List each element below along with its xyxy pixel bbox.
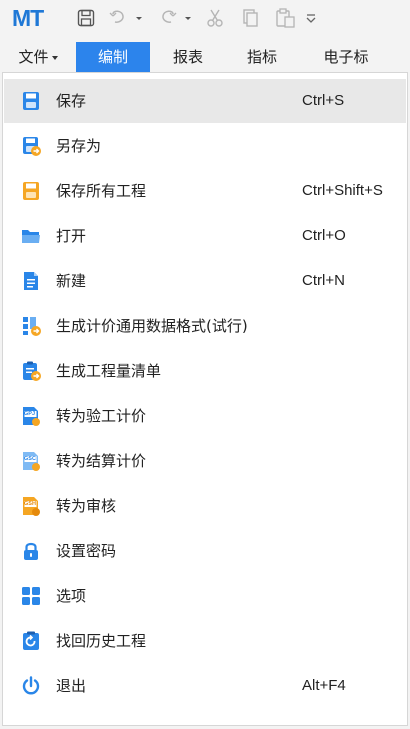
paste-icon bbox=[275, 8, 297, 28]
menu-item-label: 转为验工计价 bbox=[56, 407, 147, 425]
menu-item-label: 转为审核 bbox=[56, 497, 117, 515]
menu-item-shortcut: Ctrl+O bbox=[302, 227, 346, 244]
menu-item-label: 找回历史工程 bbox=[56, 632, 147, 650]
new-document-icon bbox=[20, 270, 42, 292]
save-all-icon bbox=[20, 180, 42, 202]
menu-item-shortcut: Ctrl+N bbox=[302, 272, 345, 289]
history-restore-icon bbox=[20, 630, 42, 652]
menu-item-label: 保存所有工程 bbox=[56, 182, 147, 200]
menu-item-label: 生成工程量清单 bbox=[56, 362, 162, 380]
export-data-format-icon bbox=[20, 315, 42, 337]
gsh-badge-text: GSH bbox=[24, 501, 36, 507]
options-grid-icon bbox=[20, 585, 42, 607]
menu-item-label: 另存为 bbox=[56, 137, 102, 155]
menu-edit[interactable]: 编制 bbox=[76, 42, 150, 72]
menu-item-quantity-list[interactable]: 生成工程量清单 bbox=[4, 349, 406, 393]
menu-item-label: 设置密码 bbox=[56, 542, 117, 560]
menu-e-bid[interactable]: 电子标 bbox=[306, 42, 386, 72]
app-logo: MT bbox=[12, 5, 44, 31]
menu-item-label: 新建 bbox=[56, 272, 87, 290]
copy-icon bbox=[240, 8, 260, 28]
menu-item-label: 转为结算计价 bbox=[56, 452, 147, 470]
menu-item-new[interactable]: 新建 Ctrl+N bbox=[4, 259, 406, 303]
menu-item-label: 选项 bbox=[56, 587, 87, 605]
chevron-down-icon bbox=[51, 55, 58, 60]
save-as-icon bbox=[20, 135, 42, 157]
save-icon[interactable] bbox=[76, 8, 96, 28]
menu-item-label: 保存 bbox=[56, 92, 87, 110]
menu-item-open[interactable]: 打开 Ctrl+O bbox=[4, 214, 406, 258]
menu-item-shortcut: Alt+F4 bbox=[302, 677, 346, 694]
menu-item-label: 打开 bbox=[56, 227, 87, 245]
gsc-badge-text: GSC bbox=[24, 456, 36, 462]
menu-item-convert-gpj[interactable]: GPJ 转为验工计价 bbox=[4, 394, 406, 438]
menu-item-convert-gsc[interactable]: GSC 转为结算计价 bbox=[4, 439, 406, 483]
menu-item-label: 退出 bbox=[56, 677, 87, 695]
menu-report-label: 报表 bbox=[172, 48, 203, 66]
menu-edit-label: 编制 bbox=[97, 48, 128, 66]
menu-item-save-all[interactable]: 保存所有工程 Ctrl+Shift+S bbox=[4, 169, 406, 213]
menu-item-save[interactable]: 保存 Ctrl+S bbox=[4, 79, 406, 123]
menu-item-convert-gsh[interactable]: GSH 转为审核 bbox=[4, 484, 406, 528]
menu-item-set-password[interactable]: 设置密码 bbox=[4, 529, 406, 573]
menu-report[interactable]: 报表 bbox=[158, 42, 218, 72]
gpj-badge-text: GPJ bbox=[24, 411, 36, 417]
customize-icon[interactable] bbox=[305, 8, 317, 28]
redo-icon bbox=[158, 8, 192, 28]
menu-index-label: 指标 bbox=[246, 48, 277, 66]
menu-item-export-data-format[interactable]: 生成计价通用数据格式(试行) bbox=[4, 304, 406, 348]
save-icon bbox=[20, 90, 42, 112]
quick-access-toolbar: MT bbox=[0, 0, 410, 36]
menu-item-restore-history[interactable]: 找回历史工程 bbox=[4, 619, 406, 663]
menu-item-exit[interactable]: 退出 Alt+F4 bbox=[4, 664, 406, 708]
power-icon bbox=[20, 675, 42, 697]
menu-e-bid-label: 电子标 bbox=[323, 48, 369, 66]
menu-bar: 文件 编制 报表 指标 电子标 bbox=[0, 42, 410, 72]
menu-item-options[interactable]: 选项 bbox=[4, 574, 406, 618]
quantity-list-icon bbox=[20, 360, 42, 382]
lock-icon bbox=[20, 540, 42, 562]
menu-item-save-as[interactable]: 另存为 bbox=[4, 124, 406, 168]
folder-open-icon bbox=[20, 225, 42, 247]
menu-item-shortcut: Ctrl+Shift+S bbox=[302, 182, 383, 199]
menu-file[interactable]: 文件 bbox=[8, 42, 68, 72]
gsc-convert-icon: GSC bbox=[20, 450, 42, 472]
menu-item-shortcut: Ctrl+S bbox=[302, 92, 345, 109]
menu-index[interactable]: 指标 bbox=[232, 42, 292, 72]
menu-item-label: 生成计价通用数据格式(试行) bbox=[56, 317, 248, 335]
cut-icon bbox=[205, 8, 225, 28]
file-menu-dropdown: 保存 Ctrl+S 另存为 保存所有工程 Ctrl+Shift+S 打开 Ctr… bbox=[2, 72, 408, 726]
gpj-convert-icon: GPJ bbox=[20, 405, 42, 427]
gsh-convert-icon: GSH bbox=[20, 495, 42, 517]
menu-file-label: 文件 bbox=[18, 48, 49, 66]
undo-icon bbox=[108, 8, 142, 28]
